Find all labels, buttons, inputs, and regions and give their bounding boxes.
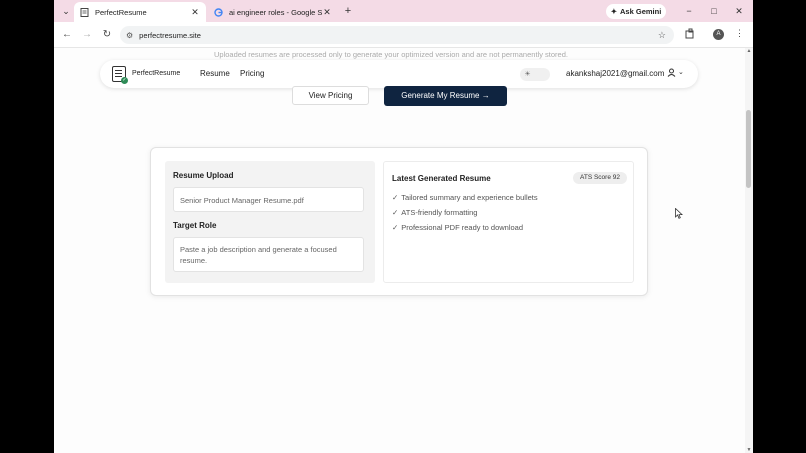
sun-icon: ☀ bbox=[524, 71, 531, 78]
ask-gemini-button[interactable]: ✦ Ask Gemini bbox=[606, 4, 666, 19]
list-item: ✓ ATS-friendly formatting bbox=[392, 208, 478, 217]
tab-close-icon[interactable]: ✕ bbox=[322, 7, 332, 18]
document-icon bbox=[80, 7, 89, 17]
page-viewport: Uploaded resumes are processed only to g… bbox=[54, 48, 745, 453]
new-tab-button[interactable]: + bbox=[342, 4, 354, 18]
check-icon: ✓ bbox=[392, 208, 399, 217]
list-item: ✓ Tailored summary and experience bullets bbox=[392, 193, 538, 202]
browser-window: ⌄ PerfectResume ✕ ai engineer roles - Go… bbox=[54, 0, 753, 453]
sparkle-icon: ✦ bbox=[610, 7, 618, 16]
target-role-heading: Target Role bbox=[173, 221, 217, 230]
check-icon: ✓ bbox=[392, 223, 399, 232]
close-window-icon[interactable]: ✕ bbox=[732, 4, 746, 18]
chevron-down-icon[interactable]: ⌄ bbox=[678, 68, 684, 76]
page-scrollbar[interactable]: ▲ ▼ bbox=[745, 48, 753, 453]
resume-demo-card: Resume Upload Senior Product Manager Res… bbox=[150, 147, 648, 296]
maximize-icon[interactable]: □ bbox=[707, 4, 721, 18]
user-email: akankshaj2021@gmail.com bbox=[566, 69, 665, 78]
more-options-icon[interactable]: ⋮ bbox=[735, 28, 744, 40]
resume-upload-panel: Resume Upload Senior Product Manager Res… bbox=[165, 161, 375, 283]
scroll-down-icon[interactable]: ▼ bbox=[745, 447, 753, 453]
google-icon bbox=[214, 7, 223, 17]
scrollbar-thumb[interactable] bbox=[746, 110, 751, 188]
tab-perfectresume[interactable]: PerfectResume ✕ bbox=[74, 2, 206, 22]
user-icon[interactable] bbox=[667, 68, 676, 79]
generate-resume-button[interactable]: Generate My Resume → bbox=[384, 86, 507, 106]
site-settings-icon[interactable]: ⚙ bbox=[126, 31, 133, 40]
list-item: ✓ Professional PDF ready to download bbox=[392, 223, 524, 232]
extensions-icon[interactable] bbox=[684, 28, 696, 40]
scroll-up-icon[interactable]: ▲ bbox=[745, 48, 753, 54]
forward-arrow-icon[interactable]: → bbox=[80, 28, 94, 42]
tab-title: ai engineer roles - Google Sear bbox=[229, 7, 322, 17]
site-navbar: ✓ PerfectResume Resume Pricing ☀ akanksh… bbox=[100, 60, 698, 88]
resume-logo-icon[interactable]: ✓ bbox=[112, 66, 128, 84]
reload-icon[interactable]: ↻ bbox=[100, 28, 114, 42]
check-badge-icon: ✓ bbox=[121, 77, 128, 84]
tab-strip: ⌄ PerfectResume ✕ ai engineer roles - Go… bbox=[54, 0, 753, 22]
tab-close-icon[interactable]: ✕ bbox=[190, 7, 200, 18]
bookmark-star-icon[interactable]: ☆ bbox=[658, 30, 666, 41]
nav-link-pricing[interactable]: Pricing bbox=[240, 69, 264, 78]
ask-gemini-label: Ask Gemini bbox=[620, 7, 662, 16]
ats-score-badge: ATS Score 92 bbox=[573, 172, 627, 184]
tab-google-search[interactable]: ai engineer roles - Google Sear ✕ bbox=[208, 2, 338, 22]
minimize-icon[interactable]: − bbox=[682, 4, 696, 18]
privacy-notice: Uploaded resumes are processed only to g… bbox=[214, 50, 568, 59]
url-text[interactable]: perfectresume.site bbox=[139, 31, 658, 40]
tab-search-chevron-icon[interactable]: ⌄ bbox=[60, 5, 72, 17]
theme-toggle[interactable]: ☀ bbox=[520, 68, 550, 81]
generated-resume-panel: Latest Generated Resume ATS Score 92 ✓ Ta… bbox=[383, 161, 634, 283]
nav-link-resume[interactable]: Resume bbox=[200, 69, 230, 78]
brand-name[interactable]: PerfectResume bbox=[132, 70, 180, 77]
generated-resume-heading: Latest Generated Resume bbox=[392, 174, 491, 183]
target-role-input[interactable]: Paste a job description and generate a f… bbox=[173, 237, 364, 272]
resume-file-field[interactable]: Senior Product Manager Resume.pdf bbox=[173, 187, 364, 212]
view-pricing-button[interactable]: View Pricing bbox=[292, 86, 369, 105]
profile-avatar[interactable]: A bbox=[713, 29, 724, 40]
resume-upload-heading: Resume Upload bbox=[173, 171, 234, 180]
mouse-cursor-icon bbox=[675, 207, 684, 222]
address-bar[interactable]: ⚙ perfectresume.site ☆ bbox=[120, 26, 674, 44]
tab-title: PerfectResume bbox=[95, 7, 147, 17]
check-icon: ✓ bbox=[392, 193, 399, 202]
back-arrow-icon[interactable]: ← bbox=[60, 28, 74, 42]
browser-toolbar: ← → ↻ ⚙ perfectresume.site ☆ A ⋮ bbox=[54, 22, 753, 48]
